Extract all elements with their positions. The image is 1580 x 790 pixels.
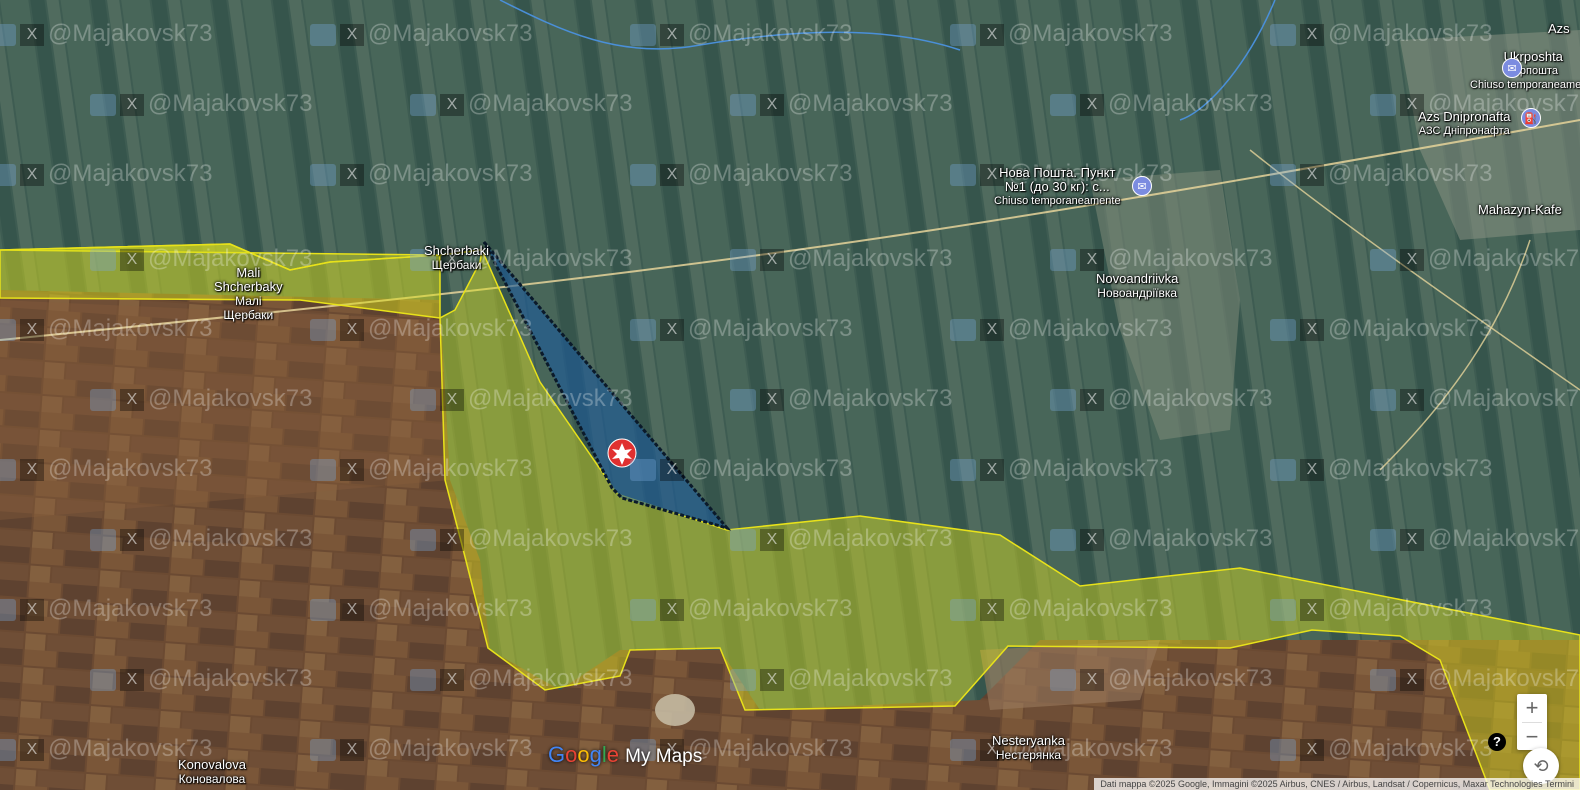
logo-suffix: My Maps (625, 746, 703, 767)
mail-icon[interactable]: ✉ (1502, 58, 1522, 78)
place-name: Shcherbaki (424, 243, 490, 258)
logo-letter: o (577, 742, 590, 767)
place-mali-shcherbaky: Mali Shcherbaky Малі Щербаки (214, 265, 283, 323)
place-name: Nesteryanka (992, 733, 1065, 748)
dust-cloud (655, 694, 695, 726)
pan-arrows-icon: ⟲ (1533, 756, 1549, 776)
logo-letter: e (606, 742, 620, 767)
google-my-maps-logo: Google My Maps (548, 742, 702, 768)
place-nesteryanka: Nesteryanka Нестерянка (992, 733, 1065, 763)
place-local-name: Щербаки (223, 308, 274, 322)
poi-name: Azs (1548, 21, 1570, 36)
fuel-icon[interactable]: ⛽ (1521, 108, 1541, 128)
place-shcherbaky: Shcherbaki Щербаки (424, 243, 490, 273)
place-name: Novoandriivka (1096, 271, 1179, 286)
place-local-name: Коновалова (178, 772, 246, 786)
zoom-out-button[interactable]: − (1517, 723, 1547, 750)
poi-nova-poshta[interactable]: Нова Пошта. Пункт №1 (до 30 кг): с... Ch… (994, 166, 1121, 208)
place-local-name: Нестерянка (995, 748, 1062, 762)
poi-azs[interactable]: Azs Dnipronafta АЗС Дніпронафта (1418, 110, 1511, 138)
logo-letter: G (548, 742, 566, 767)
poi-local-name: АЗС Дніпронафта (1418, 125, 1510, 137)
village-nesteryanka (980, 640, 1160, 710)
poi-name: Mahazyn-Kafe (1478, 202, 1562, 217)
mail-icon[interactable]: ✉ (1132, 176, 1152, 196)
poi-edge-right: Azs (1548, 22, 1570, 36)
zoom-control: + − (1517, 694, 1547, 750)
logo-letter: o (565, 742, 578, 767)
map-attribution: Dati mappa ©2025 Google, Immagini ©2025 … (1094, 778, 1580, 790)
poi-name: Azs Dnipronafta (1418, 109, 1511, 124)
poi-ukrposhta[interactable]: Ukrposhta Укрпошта Chiuso temporaneament… (1470, 50, 1580, 92)
poi-name-line2: №1 (до 30 кг): с... (1004, 179, 1110, 194)
place-name: Konovalova (178, 757, 246, 772)
logo-letter: g (589, 742, 602, 767)
place-novoandriivka: Novoandriivka Новоандріївка (1096, 271, 1179, 301)
place-name: Mali (236, 265, 261, 280)
place-local-name: Щербаки (431, 258, 482, 272)
poi-status: Chiuso temporaneamente (1470, 79, 1580, 91)
satellite-map[interactable] (0, 0, 1580, 790)
place-local-name: Новоандріївка (1097, 286, 1178, 300)
poi-status: Chiuso temporaneamente (994, 195, 1121, 207)
poi-mahazyn[interactable]: Mahazyn-Kafe (1478, 203, 1562, 217)
place-name: Shcherbaky (214, 279, 283, 294)
explosion-marker[interactable] (607, 438, 637, 468)
zoom-in-button[interactable]: + (1517, 694, 1547, 722)
help-button[interactable]: ? (1488, 733, 1506, 751)
poi-name: Нова Пошта. Пункт (999, 165, 1116, 180)
poi-local-name: Укрпошта (1508, 65, 1558, 77)
place-local-name: Малі (235, 294, 262, 308)
place-konovalova: Konovalova Коновалова (178, 757, 246, 787)
